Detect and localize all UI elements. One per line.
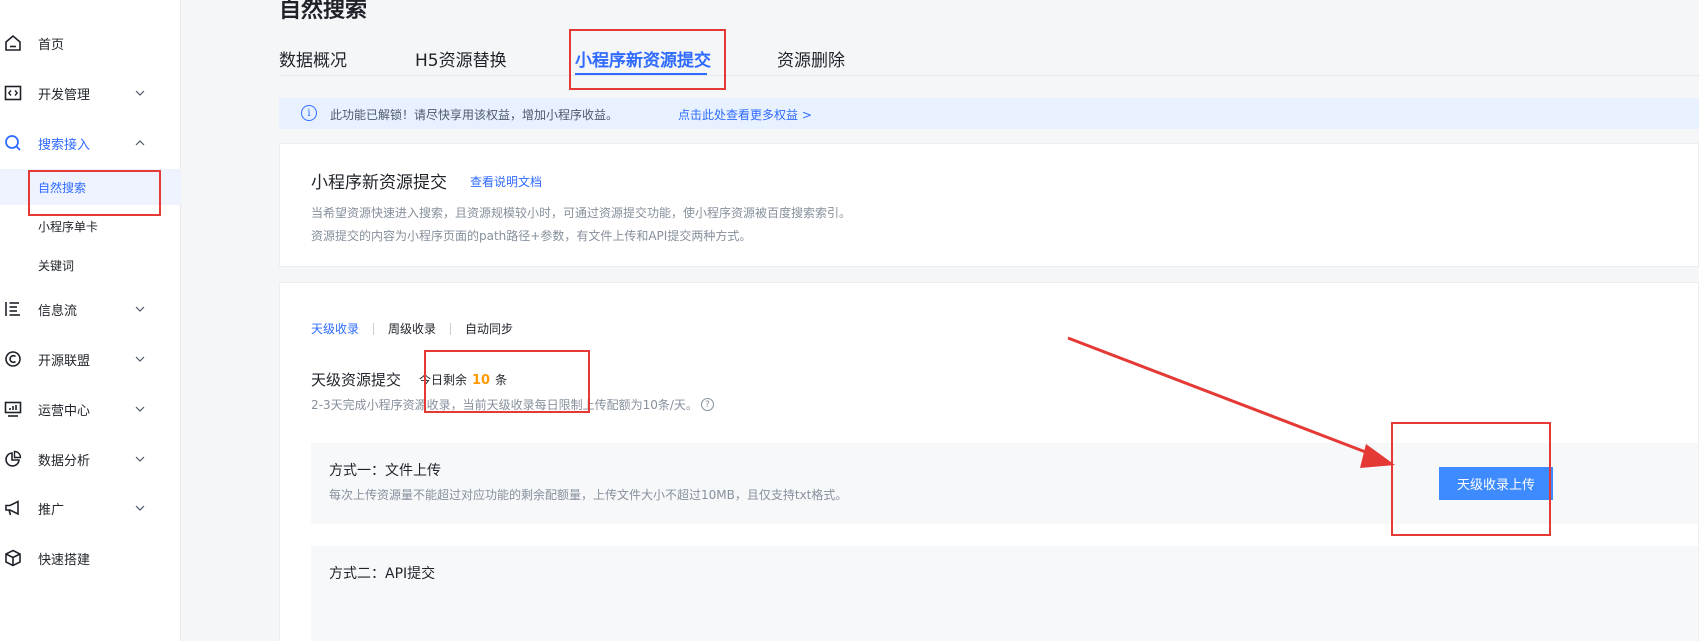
sidebar-item-label: 搜索接入: [38, 137, 91, 153]
sidebar-subitem-keywords[interactable]: 关键词: [0, 247, 181, 283]
section-desc-text: 2-3天完成小程序资源收录，当前天级收录每日限制上传配额为10条/天。: [311, 398, 698, 412]
tab-bar: 数据概况 H5资源替换 小程序新资源提交 资源删除: [279, 38, 1699, 76]
sidebar-item-label: 首页: [38, 37, 65, 53]
chevron-up-icon: [133, 136, 147, 150]
megaphone-icon: [3, 498, 23, 518]
method-title: 方式二：API提交: [329, 566, 436, 582]
collection-subtabs: 天级收录 周级收录 自动同步: [311, 320, 513, 337]
intro-desc-1: 当希望资源快速进入搜索，且资源规模较小时，可通过资源提交功能，使小程序资源被百度…: [311, 206, 852, 220]
sidebar: 首页 开发管理 搜索接入 自然搜索 小程序单卡 关键词 信息流 开源联盟 运营中…: [0, 0, 181, 641]
chevron-down-icon: [133, 402, 147, 416]
chevron-down-icon: [133, 86, 147, 100]
method-title: 方式一：文件上传: [329, 463, 441, 479]
remaining-quota: 今日剩余 10 条: [419, 371, 507, 388]
sidebar-item-label: 快速搭建: [38, 552, 91, 568]
subtab-weekly[interactable]: 周级收录: [388, 320, 436, 337]
tab-resource-delete[interactable]: 资源删除: [777, 46, 845, 71]
notice-more-link[interactable]: 点击此处查看更多权益 >: [678, 106, 812, 123]
daily-upload-button[interactable]: 天级收录上传: [1439, 467, 1553, 500]
sidebar-item-promotion[interactable]: 推广: [0, 486, 181, 530]
help-icon[interactable]: ?: [700, 398, 714, 411]
chevron-down-icon: [133, 452, 147, 466]
intro-desc-2: 资源提交的内容为小程序页面的path路径+参数，有文件上传和API提交两种方式。: [311, 229, 752, 243]
section-title: 天级资源提交: [311, 371, 402, 389]
sidebar-item-feed[interactable]: 信息流: [0, 287, 181, 331]
sidebar-item-search[interactable]: 搜索接入: [0, 121, 181, 165]
section-desc: 2-3天完成小程序资源收录，当前天级收录每日限制上传配额为10条/天。?: [311, 396, 714, 413]
sidebar-item-operations[interactable]: 运营中心: [0, 387, 181, 431]
tab-data-overview[interactable]: 数据概况: [279, 46, 347, 71]
sidebar-item-home[interactable]: 首页: [0, 21, 181, 65]
method-file-upload: 方式一：文件上传 每次上传资源量不能超过对应功能的剩余配额量，上传文件大小不超过…: [311, 443, 1698, 524]
chevron-down-icon: [133, 352, 147, 366]
pie-chart-icon: [3, 449, 23, 469]
sidebar-item-label: 信息流: [38, 303, 78, 319]
chevron-down-icon: [133, 302, 147, 316]
method-desc: 每次上传资源量不能超过对应功能的剩余配额量，上传文件大小不超过10MB，且仅支持…: [329, 488, 848, 502]
quota-prefix: 今日剩余: [419, 373, 468, 387]
subtab-daily[interactable]: 天级收录: [311, 320, 359, 337]
search-icon: [3, 133, 23, 153]
monitor-icon: [3, 399, 23, 419]
subtab-auto-sync[interactable]: 自动同步: [465, 320, 513, 337]
copyright-icon: [3, 349, 23, 369]
sidebar-subitem-label: 自然搜索: [38, 180, 87, 195]
tab-mini-program-submit[interactable]: 小程序新资源提交: [575, 46, 711, 71]
chevron-down-icon: [133, 501, 147, 515]
submit-card: 天级收录 周级收录 自动同步 天级资源提交 今日剩余 10 条 2-3天完成小程序资…: [279, 282, 1699, 641]
sidebar-item-label: 开发管理: [38, 87, 91, 103]
sidebar-item-open-source[interactable]: 开源联盟: [0, 337, 181, 381]
sidebar-subitem-label: 小程序单卡: [38, 219, 99, 234]
notice-banner: i 此功能已解锁！请尽快享用该权益，增加小程序收益。 点击此处查看更多权益 >: [279, 98, 1699, 129]
sidebar-item-label: 开源联盟: [38, 353, 91, 369]
quota-value: 10: [472, 373, 491, 388]
sidebar-item-analytics[interactable]: 数据分析: [0, 437, 181, 481]
active-tab-indicator: [575, 73, 707, 75]
divider: [373, 322, 375, 335]
home-icon: [3, 33, 23, 53]
sidebar-item-quick-build[interactable]: 快速搭建: [0, 536, 181, 580]
info-icon: i: [301, 105, 317, 121]
feed-icon: [3, 299, 23, 319]
tab-h5-replace[interactable]: H5资源替换: [415, 46, 507, 71]
sidebar-subitem-label: 关键词: [38, 258, 75, 273]
sidebar-item-label: 推广: [38, 502, 65, 518]
page-title: 自然搜索: [279, 0, 368, 23]
divider: [450, 322, 452, 335]
notice-text: 此功能已解锁！请尽快享用该权益，增加小程序收益。: [330, 108, 619, 122]
sidebar-item-dev[interactable]: 开发管理: [0, 71, 181, 115]
quota-suffix: 条: [495, 373, 508, 387]
intro-card: 小程序新资源提交 查看说明文档 当希望资源快速进入搜索，且资源规模较小时，可通过…: [279, 143, 1699, 267]
sidebar-item-label: 数据分析: [38, 453, 91, 469]
sidebar-subitem-mini-card[interactable]: 小程序单卡: [0, 208, 181, 244]
doc-link[interactable]: 查看说明文档: [470, 173, 542, 190]
code-icon: [3, 83, 23, 103]
method-api-submit: 方式二：API提交: [311, 546, 1698, 641]
sidebar-subitem-natural-search[interactable]: 自然搜索: [0, 169, 181, 205]
intro-title: 小程序新资源提交: [311, 173, 447, 193]
cube-icon: [3, 548, 23, 568]
sidebar-item-label: 运营中心: [38, 403, 91, 419]
